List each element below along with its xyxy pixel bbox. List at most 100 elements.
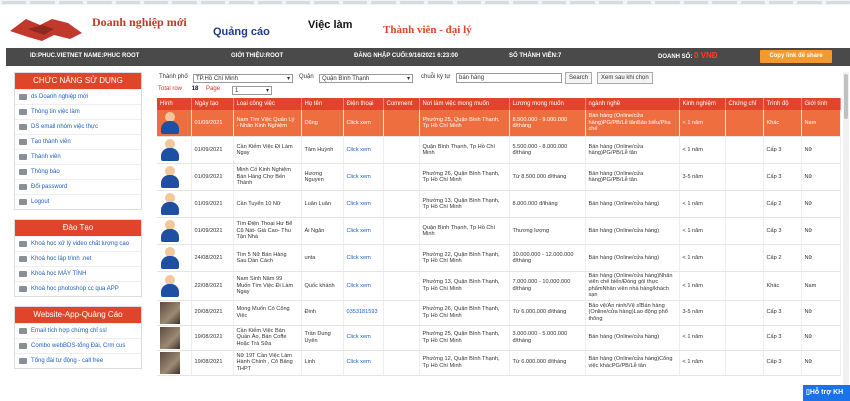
bookmark-item[interactable]: [825, 1, 850, 4]
bookmark-item[interactable]: [342, 1, 368, 4]
copy-share-link-button[interactable]: Copy link để share: [760, 50, 832, 63]
bookmark-item[interactable]: [87, 1, 112, 4]
cell-field: Bán hàng (Online/cửa hàng): [585, 217, 680, 245]
cell-comment: [383, 350, 420, 376]
table-row[interactable]: 01/09/2021 Cần Tuyển 10 Nữ Luân Luân Click …: [157, 190, 841, 218]
customer-support-button[interactable]: ▯Hỗ trợ KH: [803, 385, 850, 401]
sidebar-item[interactable]: Email tích hợp chứng chỉ ssl: [15, 323, 141, 338]
bookmark-item[interactable]: [570, 1, 595, 4]
bookmark-item[interactable]: [626, 1, 652, 4]
city-select[interactable]: TP.Hồ Chí Minh: [193, 74, 293, 83]
search-button[interactable]: Search: [565, 72, 593, 84]
cell-phone[interactable]: 0353181593: [343, 300, 384, 326]
cell-phone[interactable]: Click xem: [343, 350, 384, 376]
bookmark-item[interactable]: [399, 1, 425, 4]
bookmark-item[interactable]: [541, 1, 567, 4]
table-row[interactable]: 01/09/2021 Minh Có Kinh Nghiệm Bán Hàng C…: [157, 163, 841, 191]
sidebar-item[interactable]: DS email nhóm việc thực: [15, 119, 141, 134]
cell-phone[interactable]: Click xem: [343, 163, 384, 191]
table-row[interactable]: 24/08/2021 Tìm 5 Nữ Bán Hàng Sau Dần Cách…: [157, 244, 841, 272]
table-row[interactable]: 19/08/2021 Cần Kiếm Việc Bán Quần Áo, Bán…: [157, 325, 841, 351]
bookmark-item[interactable]: [598, 1, 623, 4]
scrollbar-thumb[interactable]: [844, 74, 848, 119]
cell-phone[interactable]: Click xem: [343, 271, 384, 301]
bookmark-item[interactable]: [513, 1, 538, 4]
sidebar-item[interactable]: Khoá học photoshop cc qua APP: [15, 281, 141, 296]
cell-image: [157, 244, 192, 272]
bookmark-item[interactable]: [740, 1, 765, 4]
table-row[interactable]: 01/09/2021 Tìm Điện Thoại Hư Bể Cũ Nát- G…: [157, 217, 841, 245]
sidebar-item[interactable]: Tổng đài tự động - call free: [15, 353, 141, 368]
bookmark-item[interactable]: [229, 1, 254, 4]
user-avatar-icon[interactable]: [160, 192, 180, 216]
user-avatar-icon[interactable]: [160, 274, 180, 298]
district-select[interactable]: Quận Bình Thạnh: [319, 74, 413, 83]
bookmark-item[interactable]: [683, 1, 709, 4]
bookmark-item[interactable]: [797, 1, 822, 4]
bookmark-item[interactable]: [115, 1, 141, 4]
page-select[interactable]: 1: [232, 86, 272, 95]
sidebar-item[interactable]: Khoá học lập trình .net: [15, 251, 141, 266]
bookmark-item[interactable]: [144, 1, 169, 4]
cell-cert: [725, 163, 764, 191]
bookmark-item[interactable]: [257, 1, 283, 4]
page-scrollbar[interactable]: [843, 72, 849, 400]
sidebar-item[interactable]: Đổi password: [15, 179, 141, 194]
cell-phone[interactable]: Click xem: [343, 325, 384, 351]
cell-salary: 8.000.000 đ/tháng: [509, 190, 586, 218]
nav-ads[interactable]: Quảng cáo: [213, 26, 270, 38]
candidate-photo[interactable]: [160, 326, 180, 349]
bookmark-item[interactable]: [484, 1, 510, 4]
sidebar-item[interactable]: Tạo thành viên: [15, 134, 141, 149]
handshake-logo-icon[interactable]: [6, 13, 86, 43]
view-later-button[interactable]: Xem sau khi chọn: [597, 72, 653, 84]
cell-phone[interactable]: Click xem: [343, 190, 384, 218]
cell-date: 01/09/2021: [191, 163, 234, 191]
sidebar-item[interactable]: Thành viên: [15, 149, 141, 164]
sidebar-item[interactable]: Logout: [15, 194, 141, 209]
bookmark-item[interactable]: [2, 1, 27, 4]
brand-link[interactable]: Doanh nghiệp mới: [92, 15, 187, 30]
nav-jobs[interactable]: Việc làm: [308, 19, 352, 31]
cell-phone[interactable]: Click xem: [343, 110, 384, 137]
bookmark-item[interactable]: [30, 1, 55, 4]
table-row[interactable]: 20/08/2021 Mong Muốn Có Công Việc Đinh 0353…: [157, 300, 841, 326]
sidebar-item[interactable]: Thông báo: [15, 164, 141, 179]
bookmark-item[interactable]: [172, 1, 197, 4]
sidebar-item[interactable]: ds Doanh nghiệp mới: [15, 89, 141, 104]
nav-members[interactable]: Thành viên - đại lý: [383, 24, 472, 36]
bookmark-item[interactable]: [655, 1, 680, 4]
table-row[interactable]: 19/08/2021 Nữ 19T Cần Việc Làm Hành Chính…: [157, 350, 841, 376]
table-row[interactable]: 01/09/2021 Cần Kiếm Việc Đi Làm Ngay Tâm H…: [157, 136, 841, 164]
cell-cert: [725, 325, 764, 351]
cell-field: Bán hàng (Online/cửa hàng): [585, 190, 680, 218]
cell-phone[interactable]: Click xem: [343, 217, 384, 245]
cell-image: [157, 271, 192, 301]
cell-gender: Nữ: [801, 190, 841, 218]
bookmark-item[interactable]: [200, 1, 226, 4]
user-avatar-icon[interactable]: [160, 219, 180, 243]
bookmark-item[interactable]: [712, 1, 737, 4]
bookmark-item[interactable]: [314, 1, 339, 4]
candidate-photo[interactable]: [160, 301, 180, 324]
sidebar-item[interactable]: Thông tin việc làm: [15, 104, 141, 119]
bookmark-item[interactable]: [286, 1, 311, 4]
sidebar-item[interactable]: Combo webBDS-tổng Đài, Crm cus: [15, 338, 141, 353]
user-avatar-icon[interactable]: [160, 165, 180, 189]
table-row[interactable]: 22/08/2021 Nam Sinh Năm 99 Muốn Tìm Việc …: [157, 271, 841, 301]
cell-phone[interactable]: Click xem: [343, 136, 384, 164]
user-avatar-icon[interactable]: [160, 246, 180, 270]
keyword-input[interactable]: bán hàng: [456, 73, 562, 83]
sidebar-item[interactable]: Khoá học xử lý video chất lượng cao: [15, 236, 141, 251]
cell-phone[interactable]: Click xem: [343, 244, 384, 272]
table-row[interactable]: 01/09/2021 Nam Tìm Việc Quản Lý - Nhân Ki…: [157, 110, 841, 137]
bookmark-item[interactable]: [768, 1, 794, 4]
bookmark-item[interactable]: [456, 1, 481, 4]
bookmark-item[interactable]: [58, 1, 84, 4]
bookmark-item[interactable]: [371, 1, 396, 4]
user-avatar-icon[interactable]: [160, 138, 180, 162]
candidate-photo[interactable]: [160, 351, 180, 374]
bookmark-item[interactable]: [428, 1, 453, 4]
user-avatar-icon[interactable]: [160, 111, 180, 135]
sidebar-item[interactable]: Khoá học MÁY TÍNH: [15, 266, 141, 281]
